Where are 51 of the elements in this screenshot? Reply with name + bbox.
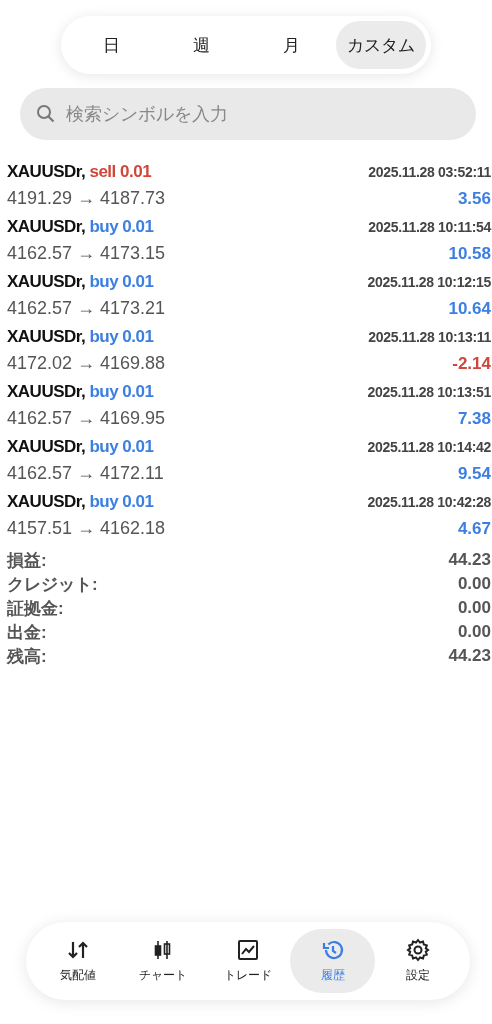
trade-prices: 4162.57 → 4173.15 <box>7 243 166 264</box>
nav-tab[interactable]: トレード <box>205 929 291 993</box>
summary-value: 0.00 <box>457 622 491 642</box>
period-tab[interactable]: 月 <box>246 21 336 69</box>
summary-label: クレジット: <box>7 573 98 596</box>
history-icon <box>320 938 345 962</box>
summary-value: 0.00 <box>457 574 491 594</box>
trade-title: XAUUSDr, buy 0.01 <box>7 381 154 402</box>
trade-prices: 4162.57 → 4169.95 <box>7 408 166 429</box>
trade-profit: 10.64 <box>448 298 491 319</box>
search-field[interactable]: 検索シンボルを入力 <box>20 88 476 140</box>
summary-label: 証拠金: <box>7 597 64 620</box>
trade-title: XAUUSDr, sell 0.01 <box>7 161 152 182</box>
trade-time: 2025.11.28 03:52:11 <box>368 163 491 180</box>
trade-prices: 4162.57 → 4173.21 <box>7 298 166 319</box>
trade-title: XAUUSDr, buy 0.01 <box>7 436 154 457</box>
trade-prices: 4191.29 → 4187.73 <box>7 188 166 209</box>
trade-time: 2025.11.28 10:14:42 <box>367 438 491 455</box>
trade-profit: 4.67 <box>457 518 491 539</box>
period-tab[interactable]: 週 <box>156 21 246 69</box>
trade-title: XAUUSDr, buy 0.01 <box>7 491 154 512</box>
trade-prices: 4157.51 → 4162.18 <box>7 518 166 539</box>
summary-value: 44.23 <box>448 550 491 570</box>
summary-value: 44.23 <box>448 646 491 666</box>
trade-time: 2025.11.28 10:12:15 <box>367 273 491 290</box>
trade-profit: 7.38 <box>457 408 491 429</box>
gear-icon <box>405 938 430 962</box>
summary-label: 損益: <box>7 549 47 572</box>
trade-profit: 9.54 <box>457 463 491 484</box>
trade-time: 2025.11.28 10:42:28 <box>367 493 491 510</box>
line-chart-icon <box>236 938 260 962</box>
trade-title: XAUUSDr, buy 0.01 <box>7 216 154 237</box>
trade-time: 2025.11.28 10:13:51 <box>367 383 491 400</box>
summary-label: 出金: <box>7 621 47 644</box>
nav-tab[interactable]: チャート <box>120 929 206 993</box>
trade-profit: 10.58 <box>448 243 491 264</box>
trade-profit: 3.56 <box>457 188 491 209</box>
trade-title: XAUUSDr, buy 0.01 <box>7 326 154 347</box>
trade-time: 2025.11.28 10:11:54 <box>368 218 491 235</box>
trade-prices: 4172.02 → 4169.88 <box>7 353 166 374</box>
trade-profit: -2.14 <box>452 353 491 374</box>
period-tab[interactable]: カスタム <box>336 21 426 69</box>
nav-tab[interactable]: 設定 <box>375 929 460 993</box>
nav-tab[interactable]: 履歴 <box>290 929 376 993</box>
summary-value: 0.00 <box>457 598 491 618</box>
period-tab[interactable]: 日 <box>66 21 156 69</box>
trade-time: 2025.11.28 10:13:11 <box>368 328 491 345</box>
summary-label: 残高: <box>7 645 47 668</box>
trade-prices: 4162.57 → 4172.11 <box>7 463 164 484</box>
trade-title: XAUUSDr, buy 0.01 <box>7 271 154 292</box>
nav-tab[interactable]: 気配値 <box>36 929 121 993</box>
